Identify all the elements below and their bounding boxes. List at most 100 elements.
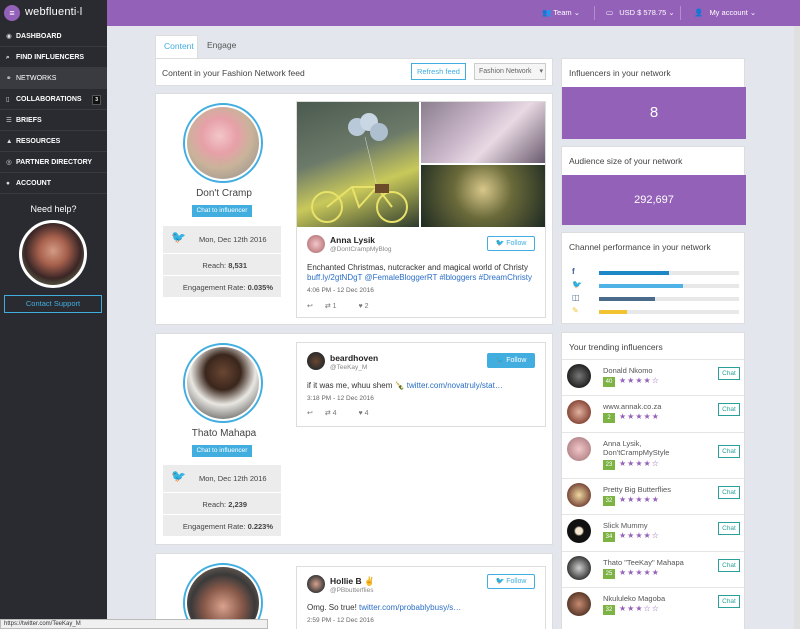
channel-row: 🐦 [569,279,739,292]
tweet-timestamp[interactable]: 4:06 PM - 12 Dec 2016 [307,287,374,294]
tweet-author[interactable]: Anna Lysik [330,235,375,245]
tweet-link[interactable]: buff.ly/2gtNDgT @FemaleBloggerRT #lblogg… [307,273,532,282]
influencer-name[interactable]: Don't Cramp [156,188,292,199]
tweet-image[interactable] [421,102,545,163]
twitter-icon: 🐦 [495,357,505,364]
retweet-button[interactable]: ⇄ 1 [325,303,347,310]
chat-to-influencer-button[interactable]: Chat to influencer [192,205,252,217]
user-icon: ● [6,180,10,187]
tweet-handle[interactable]: @PBbutterflies [330,587,373,594]
sidebar-item-account[interactable]: ● ACCOUNT [0,173,107,194]
avatar[interactable] [307,235,325,253]
account-menu[interactable]: 👤 My account ⌄ [694,0,756,26]
tweet-link[interactable]: twitter.com/probablybusy/s… [359,603,461,612]
team-menu[interactable]: 👥 Team ⌄ [542,0,580,26]
tweet-link[interactable]: twitter.com/novatruly/stat… [407,381,503,390]
avatar[interactable] [567,483,591,507]
tweet-author[interactable]: Hollie B ✌️ [330,576,375,587]
tweet-author[interactable]: beardhoven [330,353,378,363]
refresh-feed-button[interactable]: Refresh feed [411,63,466,80]
contact-support-button[interactable]: Contact Support [4,295,102,313]
retweet-button[interactable]: ⇄ 4 [325,410,347,417]
embedded-tweet: Hollie B ✌️ @PBbutterflies 🐦 Follow Omg.… [296,566,546,629]
trending-influencer-row[interactable]: Slick Mummy 34 ★★★★☆ Chat [562,514,744,550]
sidebar-item-networks[interactable]: ⚭ NETWORKS [0,68,107,89]
trending-influencer-name[interactable]: Nkululeko Magoba [603,594,665,603]
embedded-tweet: Anna Lysik @DontCrampMyBlog 🐦 Follow Enc… [296,101,546,318]
avatar[interactable] [567,437,591,461]
trending-influencer-row[interactable]: www.annak.co.za 2 ★★★★★ Chat [562,395,744,431]
panel-title: Your trending influencers [569,342,663,352]
post-date-row: 🐦 Mon, Dec 12th 2016 [163,465,281,493]
sidebar-item-resources[interactable]: ▲ RESOURCES [0,131,107,152]
trending-influencer-row[interactable]: Donald Nkomo 40 ★★★★☆ Chat [562,359,744,395]
trending-influencer-name[interactable]: Anna Lysik, Don'tCrampMyStyle [603,439,669,457]
tweet-actions: ↩ ⇄ 4 ♥ 4 [307,409,389,417]
tweet-image[interactable] [421,165,545,227]
panel-title: Channel performance in your network [569,242,711,252]
avatar[interactable] [567,592,591,616]
tweet-image[interactable] [297,102,419,227]
trending-influencer-name[interactable]: Pretty Big Butterflies [603,485,671,494]
like-button[interactable]: ♥ 4 [359,410,379,417]
top-bar: ≡ webfluenti∙l 👥 Team ⌄ ▭ USD $ 578.75 ⌄… [0,0,800,26]
chat-button[interactable]: Chat [718,522,740,535]
reply-icon[interactable]: ↩ [307,303,313,310]
trending-influencer-name[interactable]: Slick Mummy [603,521,648,530]
trending-influencer-name[interactable]: Donald Nkomo [603,366,653,375]
embedded-tweet: beardhoven @TeeKay_M 🐦 Follow if it was … [296,342,546,427]
trending-influencer-name[interactable]: www.annak.co.za [603,402,661,411]
like-button[interactable]: ♥ 2 [359,303,379,310]
tab-content[interactable]: Content [155,35,198,58]
tweet-handle[interactable]: @TeeKay_M [330,364,367,371]
sidebar-item-briefs[interactable]: ☰ BRIEFS [0,110,107,131]
chat-button[interactable]: Chat [718,367,740,380]
sidebar-item-dashboard[interactable]: ◉ DASHBOARD [0,26,107,47]
trending-influencer-row[interactable]: Anna Lysik, Don'tCrampMyStyle 23 ★★★★☆ Chat [562,432,744,477]
sidebar-item-partner-directory[interactable]: ◎ PARTNER DIRECTORY [0,152,107,173]
chat-button[interactable]: Chat [718,486,740,499]
avatar[interactable] [567,400,591,424]
trending-influencer-row[interactable]: Pretty Big Butterflies 32 ★★★★★ Chat [562,478,744,514]
network-select[interactable]: Fashion Network ▾ [474,63,546,80]
avatar[interactable] [307,352,325,370]
chevron-down-icon: ⌄ [668,8,675,17]
trending-influencer-row[interactable]: Nkululeko Magoba 32 ★★★☆☆ Chat [562,587,744,623]
tweet-media[interactable] [297,102,545,227]
hamburger-icon[interactable]: ≡ [4,5,20,21]
tweet-timestamp[interactable]: 3:18 PM - 12 Dec 2016 [307,395,374,402]
tweet-text: if it was me, whuu shem 🍾 twitter.com/no… [307,381,503,390]
follow-button[interactable]: 🐦 Follow [487,236,535,251]
follow-button[interactable]: 🐦 Follow [487,353,535,368]
avatar[interactable] [183,103,263,183]
avatar[interactable] [183,343,263,423]
chat-button[interactable]: Chat [718,403,740,416]
star-rating: ★★★★★ [619,568,660,577]
tweet-timestamp[interactable]: 2:59 PM - 12 Dec 2016 [307,617,374,624]
trending-influencer-name[interactable]: Thato "TeeKay" Mahapa [603,558,684,567]
scrollbar[interactable] [794,26,800,629]
avatar[interactable] [567,364,591,388]
avatar[interactable] [307,575,325,593]
avatar[interactable] [567,519,591,543]
logo: webfluenti∙l [25,6,83,18]
trending-influencer-row[interactable]: Thato "TeeKay" Mahapa 25 ★★★★★ Chat [562,551,744,587]
chat-to-influencer-button[interactable]: Chat to influencer [192,445,252,457]
follow-button[interactable]: 🐦 Follow [487,574,535,589]
reply-icon[interactable]: ↩ [307,410,313,417]
balance-display[interactable]: ▭ USD $ 578.75 ⌄ [606,0,675,26]
chat-button[interactable]: Chat [718,445,740,458]
sidebar-item-collaborations[interactable]: ▯ COLLABORATIONS 3 [0,89,107,110]
channel-row: ◫ [569,292,739,305]
bar-track [599,284,739,288]
feed-header: Content in your Fashion Network feed Ref… [155,58,553,86]
chat-button[interactable]: Chat [718,595,740,608]
sidebar-item-find-influencers[interactable]: ⌕ FIND INFLUENCERS [0,47,107,68]
bicycle-balloons-image [311,113,408,223]
credit-card-icon: ▭ [606,8,614,17]
avatar[interactable] [567,556,591,580]
tweet-handle[interactable]: @DontCrampMyBlog [330,246,392,253]
influencer-name[interactable]: Thato Mahapa [156,428,292,439]
chat-button[interactable]: Chat [718,559,740,572]
tab-engage[interactable]: Engage [199,35,245,58]
